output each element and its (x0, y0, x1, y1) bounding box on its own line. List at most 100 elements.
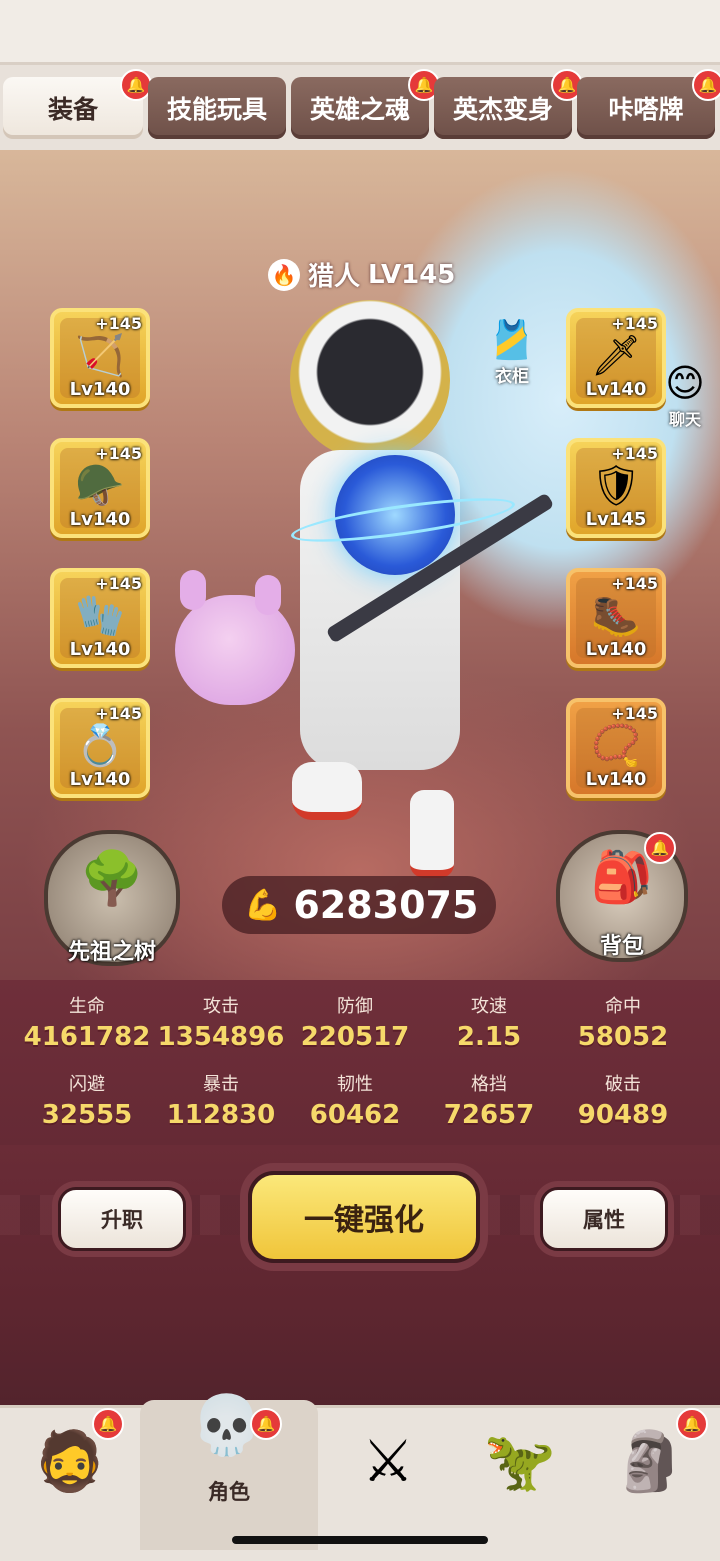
character-scene: 🔥 猎人 LV145 🏹 +145 Lv140 🪖 +145 Lv140 🧤 +… (0, 150, 720, 980)
sword-icon: ⚔ (362, 1427, 414, 1495)
stat-label: 生命 (69, 996, 105, 1017)
enhance-level: +145 (611, 704, 658, 723)
stat-defense: 防御 220517 (288, 992, 422, 1052)
equip-slot-necklace[interactable]: 📿 +145 Lv140 (566, 698, 666, 798)
equip-slot-helmet[interactable]: 🪖 +145 Lv140 (50, 438, 150, 538)
class-name: 猎人 (308, 262, 361, 292)
nav-dino[interactable]: 🦖 (450, 1416, 590, 1526)
enhance-level: +145 (95, 704, 142, 723)
stat-attack-speed: 攻速 2.15 (422, 992, 556, 1052)
tab-label: 英杰变身 (452, 95, 553, 124)
bell-icon: 🔔 (676, 1408, 708, 1440)
chat-label: 聊天 (668, 410, 701, 429)
bell-icon: 🔔 (692, 69, 720, 101)
tab-skill-toys[interactable]: 技能玩具 (148, 77, 286, 139)
stat-label: 格挡 (471, 1074, 507, 1095)
attributes-label: 属性 (583, 1208, 625, 1232)
bottom-nav: 🧔 🔔 💀 角色 🔔 ⚔ 🦖 🗿 🔔 (0, 1391, 720, 1561)
equip-slot-boots[interactable]: 🥾 +145 Lv140 (566, 568, 666, 668)
action-area: 升职 一键强化 属性 (0, 1145, 720, 1410)
equipment-tabs: 装备 🔔 技能玩具 英雄之魂 🔔 英杰变身 🔔 咔嗒牌 🔔 (0, 62, 720, 153)
stat-value: 60462 (309, 1100, 401, 1130)
necklace-icon: 📿 (591, 723, 641, 769)
one-key-enhance-label: 一键强化 (304, 1203, 424, 1238)
stat-label: 闪避 (69, 1074, 105, 1095)
nav-character[interactable]: 💀 角色 (140, 1391, 318, 1550)
item-level: Lv140 (585, 639, 647, 660)
stat-value: 90489 (577, 1100, 669, 1130)
attributes-button[interactable]: 属性 (540, 1187, 668, 1251)
item-level: Lv140 (69, 639, 131, 660)
stat-value: 112830 (166, 1100, 276, 1130)
pet-ear (180, 570, 206, 610)
equip-slot-gauntlet[interactable]: 🧤 +145 Lv140 (50, 568, 150, 668)
stat-value: 58052 (577, 1022, 669, 1052)
promote-label: 升职 (101, 1208, 143, 1232)
stat-value: 1354896 (157, 1022, 285, 1052)
pink-pet (175, 595, 295, 705)
armor-icon: 🛡 (590, 463, 642, 509)
enhance-level: +145 (95, 444, 142, 463)
ancestor-tree-label: 先祖之树 (67, 940, 156, 965)
stat-hp: 生命 4161782 (20, 992, 154, 1052)
stat-value: 2.15 (456, 1022, 522, 1052)
bell-icon: 🔔 (92, 1408, 124, 1440)
stat-tenacity: 韧性 60462 (288, 1070, 422, 1130)
stat-label: 攻速 (471, 996, 507, 1017)
helmet-icon: 🪖 (75, 463, 125, 509)
bow-icon: 🏹 (75, 333, 125, 379)
stat-dodge: 闪避 32555 (20, 1070, 154, 1130)
equip-slot-ring[interactable]: 💍 +145 Lv140 (50, 698, 150, 798)
one-key-enhance-button[interactable]: 一键强化 (248, 1171, 480, 1263)
dino-icon: 🦖 (483, 1427, 557, 1495)
nav-sword[interactable]: ⚔ (318, 1416, 458, 1526)
wardrobe-label: 衣柜 (495, 367, 529, 387)
tab-label: 装备 (47, 95, 98, 124)
wardrobe-button[interactable]: 🎽 衣柜 (480, 318, 544, 390)
enhance-level: +145 (95, 574, 142, 593)
top-bar (0, 0, 720, 62)
enhance-level: +145 (611, 314, 658, 333)
pet-ear (255, 575, 281, 615)
gauntlet-icon: 🧤 (75, 593, 125, 639)
stat-label: 命中 (605, 996, 641, 1017)
equip-slot-bow[interactable]: 🏹 +145 Lv140 (50, 308, 150, 408)
stat-attack: 攻击 1354896 (154, 992, 288, 1052)
enhance-level: +145 (611, 574, 658, 593)
tab-label: 英雄之魂 (309, 95, 410, 124)
stat-label: 防御 (337, 996, 373, 1017)
item-level: Lv140 (585, 379, 647, 400)
weapon-icon: 🗡 (590, 333, 642, 379)
power-display: 💪 6283075 (222, 876, 496, 934)
class-flame-icon: 🔥 (268, 258, 300, 291)
item-level: Lv145 (585, 509, 647, 530)
stat-label: 破击 (605, 1074, 641, 1095)
home-indicator (232, 1536, 488, 1544)
item-level: Lv140 (585, 769, 647, 790)
equip-slot-armor[interactable]: 🛡 +145 Lv145 (566, 438, 666, 538)
tab-label: 技能玩具 (166, 95, 267, 124)
item-level: Lv140 (69, 379, 131, 400)
ancestor-tree-button[interactable]: 🌳 先祖之树 (44, 830, 180, 966)
tree-icon: 🌳 (79, 849, 145, 909)
item-level: Lv140 (69, 769, 131, 790)
chat-button[interactable]: 😊 聊天 (652, 360, 718, 430)
ring-icon: 💍 (75, 723, 125, 769)
character-level: LV145 (368, 259, 456, 290)
stat-value: 32555 (41, 1100, 133, 1130)
stat-value: 220517 (300, 1022, 410, 1052)
stat-break: 破击 90489 (556, 1070, 690, 1130)
item-level: Lv140 (69, 509, 131, 530)
boots-icon: 🥾 (591, 593, 641, 639)
tab-label: 咔嗒牌 (608, 95, 684, 124)
power-value: 6283075 (293, 883, 479, 927)
nav-character-label: 角色 (208, 1480, 250, 1504)
promote-button[interactable]: 升职 (58, 1187, 186, 1251)
stat-label: 暴击 (203, 1074, 239, 1095)
wardrobe-icon: 🎽 (488, 318, 536, 362)
equip-slot-weapon[interactable]: 🗡 +145 Lv140 (566, 308, 666, 408)
astronaut-helmet (290, 300, 450, 460)
right-sneaker (410, 790, 454, 878)
muscle-icon: 💪 (244, 887, 282, 923)
stat-crit: 暴击 112830 (154, 1070, 288, 1130)
